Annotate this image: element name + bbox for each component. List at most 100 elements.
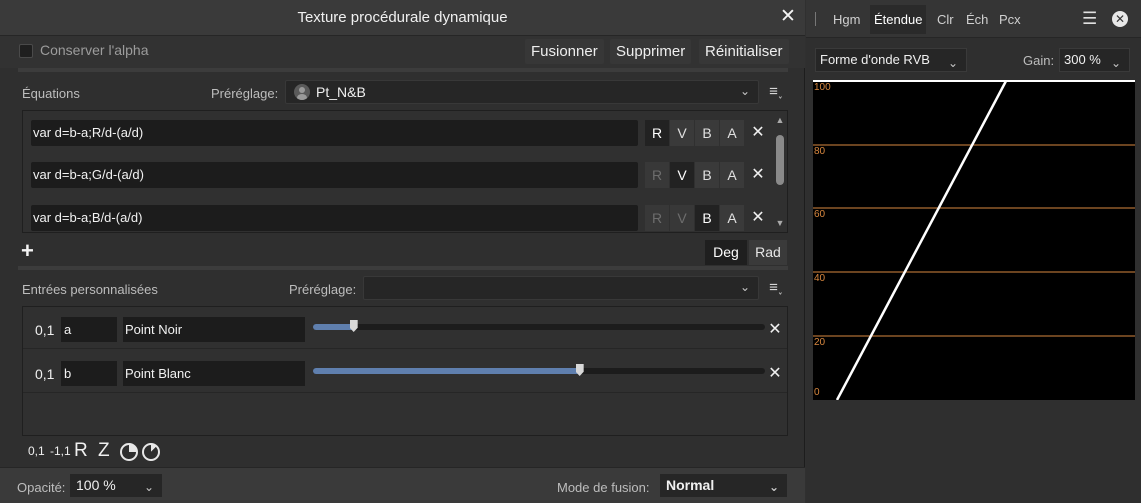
equation-input[interactable]: var d=b-a;G/d-(a/d) xyxy=(31,162,638,188)
channel-a-toggle[interactable]: A xyxy=(720,120,744,146)
degrees-toggle[interactable]: Deg xyxy=(705,240,747,265)
equation-input[interactable]: var d=b-a;R/d-(a/d) xyxy=(31,120,638,146)
blend-mode-label: Mode de fusion: xyxy=(557,480,650,495)
scope-label-100: 100 xyxy=(814,82,831,93)
opacity-label: Opacité: xyxy=(17,480,66,495)
equation-input[interactable]: var d=b-a;B/d-(a/d) xyxy=(31,205,638,231)
dialog-toolbar: Conserver l'alpha Fusionner Supprimer Ré… xyxy=(0,36,805,68)
equations-label: Équations xyxy=(22,86,80,101)
channel-r-toggle[interactable]: R xyxy=(645,120,669,146)
channel-v-toggle[interactable]: V xyxy=(670,205,694,231)
merge-button[interactable]: Fusionner xyxy=(525,39,604,64)
input-name-field[interactable]: Point Noir xyxy=(123,317,305,342)
custom-inputs-label: Entrées personnalisées xyxy=(22,282,158,297)
channel-r-toggle[interactable]: R xyxy=(645,162,669,188)
add-signed-input-button[interactable]: -1,1 xyxy=(50,444,71,458)
scroll-up-icon[interactable]: ▲ xyxy=(775,115,785,125)
preserve-alpha-label: Conserver l'alpha xyxy=(40,42,149,58)
tab-ech[interactable]: Éch xyxy=(962,5,992,34)
scope-label-0: 0 xyxy=(814,387,820,398)
scroll-thumb[interactable] xyxy=(776,135,784,185)
slider-fill xyxy=(313,368,580,374)
remove-input-icon[interactable]: ✕ xyxy=(767,361,783,386)
user-preset-icon xyxy=(294,84,310,100)
equations-scrollbar[interactable]: ▲ ▼ xyxy=(775,115,785,228)
input-row: 0,1 a Point Noir ✕ xyxy=(23,309,787,349)
gain-dropdown[interactable]: 300 % ⌄ xyxy=(1059,48,1130,72)
channel-v-toggle[interactable]: V xyxy=(670,120,694,146)
procedural-texture-dialog: Texture procédurale dynamique ✕ Conserve… xyxy=(0,0,805,503)
blend-mode-dropdown[interactable]: Normal ⌄ xyxy=(659,473,788,498)
add-r-input-button[interactable]: R xyxy=(74,440,88,462)
scroll-down-icon[interactable]: ▼ xyxy=(775,218,785,228)
add-unit-input-button[interactable]: 0,1 xyxy=(28,444,45,458)
remove-input-icon[interactable]: ✕ xyxy=(767,317,783,342)
gain-value: 300 % xyxy=(1064,52,1101,67)
dialog-footer: Opacité: 100 % ⌄ Mode de fusion: Normal … xyxy=(0,467,805,503)
add-angle-range-input-icon[interactable] xyxy=(142,443,160,461)
channel-b-toggle[interactable]: B xyxy=(695,120,719,146)
preserve-alpha-checkbox[interactable] xyxy=(19,44,33,58)
input-name-field[interactable]: Point Blanc xyxy=(123,361,305,386)
chevron-down-icon: ⌄ xyxy=(143,480,154,494)
remove-equation-icon[interactable]: ✕ xyxy=(750,205,766,231)
add-z-input-button[interactable]: Z xyxy=(98,440,110,462)
equations-list: var d=b-a;R/d-(a/d) R V B A ✕ var d=b-a;… xyxy=(22,110,788,233)
dialog-title: Texture procédurale dynamique xyxy=(297,9,508,26)
remove-equation-icon[interactable]: ✕ xyxy=(750,162,766,188)
delete-button[interactable]: Supprimer xyxy=(610,39,692,64)
channel-v-toggle[interactable]: V xyxy=(670,162,694,188)
input-slider[interactable] xyxy=(313,364,765,376)
channel-a-toggle[interactable]: A xyxy=(720,162,744,188)
scope-mode-dropdown[interactable]: Forme d'onde RVB ⌄ xyxy=(815,48,967,72)
close-icon[interactable]: ✕ xyxy=(777,6,799,28)
channel-r-toggle[interactable]: R xyxy=(645,205,669,231)
input-variable-field[interactable]: a xyxy=(61,317,117,342)
reset-button[interactable]: Réinitialiser xyxy=(699,39,789,64)
add-equation-button[interactable]: + xyxy=(21,240,34,262)
inputs-preset-label: Préréglage: xyxy=(289,282,357,297)
scopes-panel: Hgm Étendue Clr Éch Pcx ☰ ✕ Forme d'onde… xyxy=(806,0,1141,503)
scope-label-80: 80 xyxy=(814,146,826,157)
chevron-down-icon: ⌄ xyxy=(1110,56,1121,70)
input-row: 0,1 b Point Blanc ✕ xyxy=(23,353,787,393)
equations-menu-icon[interactable]: ≡˯ xyxy=(765,81,787,103)
input-type-label: 0,1 xyxy=(35,366,55,382)
inputs-preset-dropdown[interactable]: ⌄ xyxy=(363,276,759,300)
tab-etendue[interactable]: Étendue xyxy=(870,5,927,34)
blend-mode-value: Normal xyxy=(666,477,715,493)
equations-preset-value: Pt_N&B xyxy=(316,84,366,100)
slider-handle[interactable] xyxy=(349,320,358,332)
scope-label-20: 20 xyxy=(814,337,826,348)
channel-a-toggle[interactable]: A xyxy=(720,205,744,231)
scope-mode-value: Forme d'onde RVB xyxy=(820,52,930,67)
equation-row: var d=b-a;R/d-(a/d) R V B A ✕ xyxy=(31,120,771,146)
chevron-down-icon: ⌄ xyxy=(739,84,750,98)
panel-close-icon[interactable]: ✕ xyxy=(1112,11,1128,27)
inputs-menu-icon[interactable]: ≡˯ xyxy=(765,277,787,299)
tab-clr[interactable]: Clr xyxy=(933,5,958,34)
panel-menu-icon[interactable]: ☰ xyxy=(1082,9,1097,29)
divider xyxy=(18,68,788,72)
tab-hgm[interactable]: Hgm xyxy=(829,5,864,34)
equations-preset-dropdown[interactable]: Pt_N&B ⌄ xyxy=(285,80,759,104)
gain-label: Gain: xyxy=(1023,53,1055,68)
channel-b-toggle[interactable]: B xyxy=(695,162,719,188)
input-slider[interactable] xyxy=(313,320,765,332)
slider-handle[interactable] xyxy=(575,364,584,376)
channel-b-toggle[interactable]: B xyxy=(695,205,719,231)
radians-toggle[interactable]: Rad xyxy=(749,240,787,265)
input-variable-field[interactable]: b xyxy=(61,361,117,386)
input-type-label: 0,1 xyxy=(35,322,55,338)
chevron-down-icon: ⌄ xyxy=(768,480,779,494)
chevron-down-icon: ⌄ xyxy=(947,56,958,70)
panel-grip[interactable] xyxy=(815,12,816,26)
remove-equation-icon[interactable]: ✕ xyxy=(750,120,766,146)
add-angle-input-icon[interactable] xyxy=(120,443,138,461)
equation-row: var d=b-a;B/d-(a/d) R V B A ✕ xyxy=(31,205,771,231)
opacity-dropdown[interactable]: 100 % ⌄ xyxy=(69,473,163,498)
tab-pcx[interactable]: Pcx xyxy=(995,5,1025,34)
chevron-down-icon: ⌄ xyxy=(739,280,750,294)
waveform-plot xyxy=(813,80,1135,400)
opacity-value: 100 % xyxy=(76,477,116,493)
